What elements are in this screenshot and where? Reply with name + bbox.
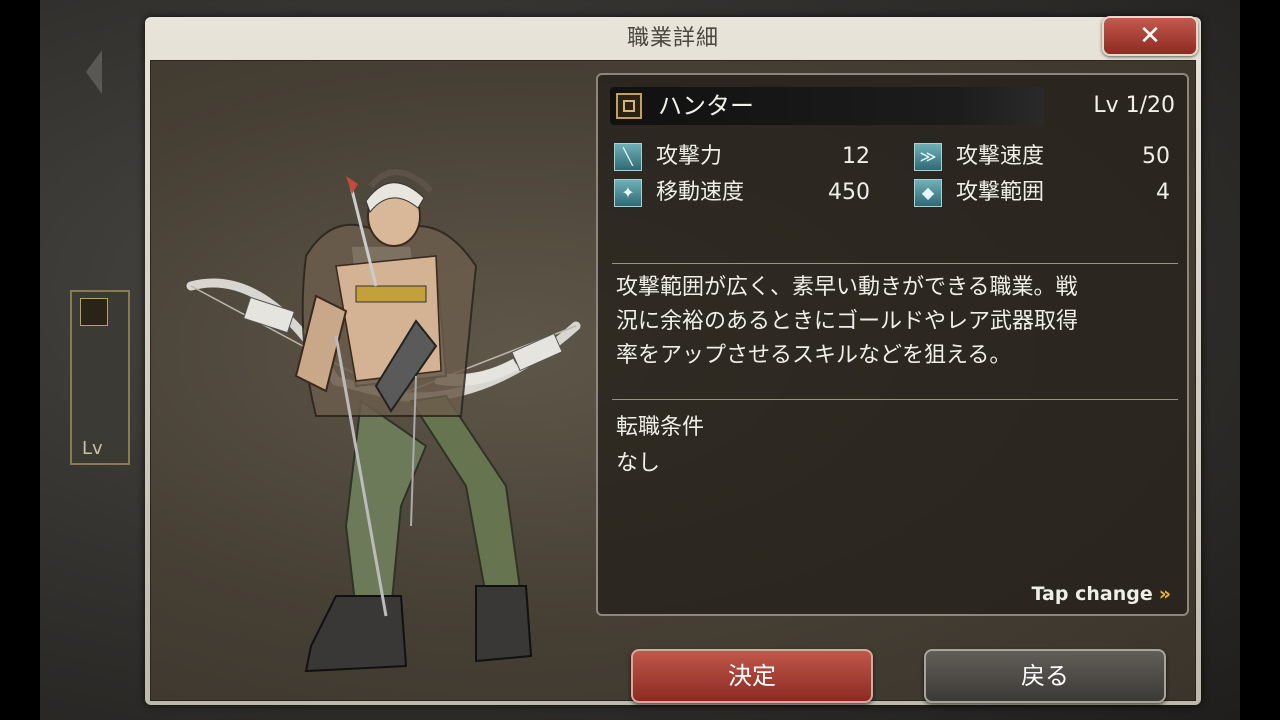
job-name-bar: ハンター bbox=[610, 87, 1044, 125]
job-info-panel[interactable]: ハンター Lv 1/20 ╲ 攻撃力 12 ≫ 攻撃速度 50 ✦ 移動速度 4… bbox=[596, 73, 1189, 616]
speed-icon: ≫ bbox=[914, 143, 942, 171]
confirm-button[interactable]: 決定 bbox=[631, 649, 873, 703]
job-description: 攻撃範囲が広く、素早い動きができる職業。戦 況に余裕のあるときにゴールドやレア武… bbox=[616, 271, 1182, 373]
job-change-condition-label: 転職条件 bbox=[616, 415, 705, 440]
divider bbox=[612, 263, 1178, 264]
dialog-body: ハンター Lv 1/20 ╲ 攻撃力 12 ≫ 攻撃速度 50 ✦ 移動速度 4… bbox=[150, 60, 1196, 703]
stat-label: 攻撃範囲 bbox=[956, 180, 1045, 205]
close-button[interactable]: ✕ bbox=[1102, 16, 1198, 56]
hunter-character-illustration bbox=[186, 169, 581, 673]
wing-icon: ✦ bbox=[614, 179, 642, 207]
tap-change-label: Tap change bbox=[1031, 583, 1153, 605]
job-name: ハンター bbox=[658, 92, 754, 120]
stat-move-speed: ✦ 移動速度 450 bbox=[614, 177, 870, 207]
stat-value: 4 bbox=[1156, 180, 1170, 205]
background-card-level: Lv bbox=[82, 438, 103, 459]
background-job-card: Lv bbox=[70, 290, 130, 465]
game-screen: Lv 職業詳細 ✕ ハンター Lv 1/20 ╲ 攻撃力 12 ≫ 攻撃速度 5… bbox=[40, 0, 1240, 720]
job-level: Lv 1/20 bbox=[1093, 93, 1175, 118]
description-line: 率をアップさせるスキルなどを狙える。 bbox=[616, 343, 1012, 368]
stat-attack-range: ◆ 攻撃範囲 4 bbox=[914, 177, 1170, 207]
description-line: 攻撃範囲が広く、素早い動きができる職業。戦 bbox=[616, 275, 1078, 300]
stat-attack-speed: ≫ 攻撃速度 50 bbox=[914, 141, 1170, 171]
background-card-icon bbox=[80, 298, 108, 326]
back-button[interactable]: 戻る bbox=[924, 649, 1166, 703]
stat-value: 450 bbox=[828, 180, 870, 205]
stat-label: 移動速度 bbox=[656, 180, 745, 205]
stat-label: 攻撃速度 bbox=[956, 144, 1045, 169]
stat-value: 12 bbox=[842, 144, 870, 169]
divider bbox=[612, 399, 1178, 400]
job-detail-dialog: 職業詳細 ✕ ハンター Lv 1/20 ╲ 攻撃力 12 ≫ 攻撃速度 50 ✦… bbox=[145, 16, 1201, 705]
stat-label: 攻撃力 bbox=[656, 144, 723, 169]
job-emblem-icon bbox=[616, 93, 642, 119]
sword-icon: ╲ bbox=[614, 143, 642, 171]
stat-attack: ╲ 攻撃力 12 bbox=[614, 141, 870, 171]
stat-value: 50 bbox=[1142, 144, 1170, 169]
tap-change-hint[interactable]: Tap change» bbox=[1032, 581, 1171, 607]
background-arrow bbox=[86, 50, 102, 94]
job-change-condition-value: なし bbox=[616, 451, 661, 476]
description-line: 況に余裕のあるときにゴールドやレア武器取得 bbox=[616, 309, 1079, 334]
double-chevron-right-icon: » bbox=[1158, 583, 1171, 605]
range-icon: ◆ bbox=[914, 179, 942, 207]
dialog-title: 職業詳細 bbox=[626, 26, 719, 51]
